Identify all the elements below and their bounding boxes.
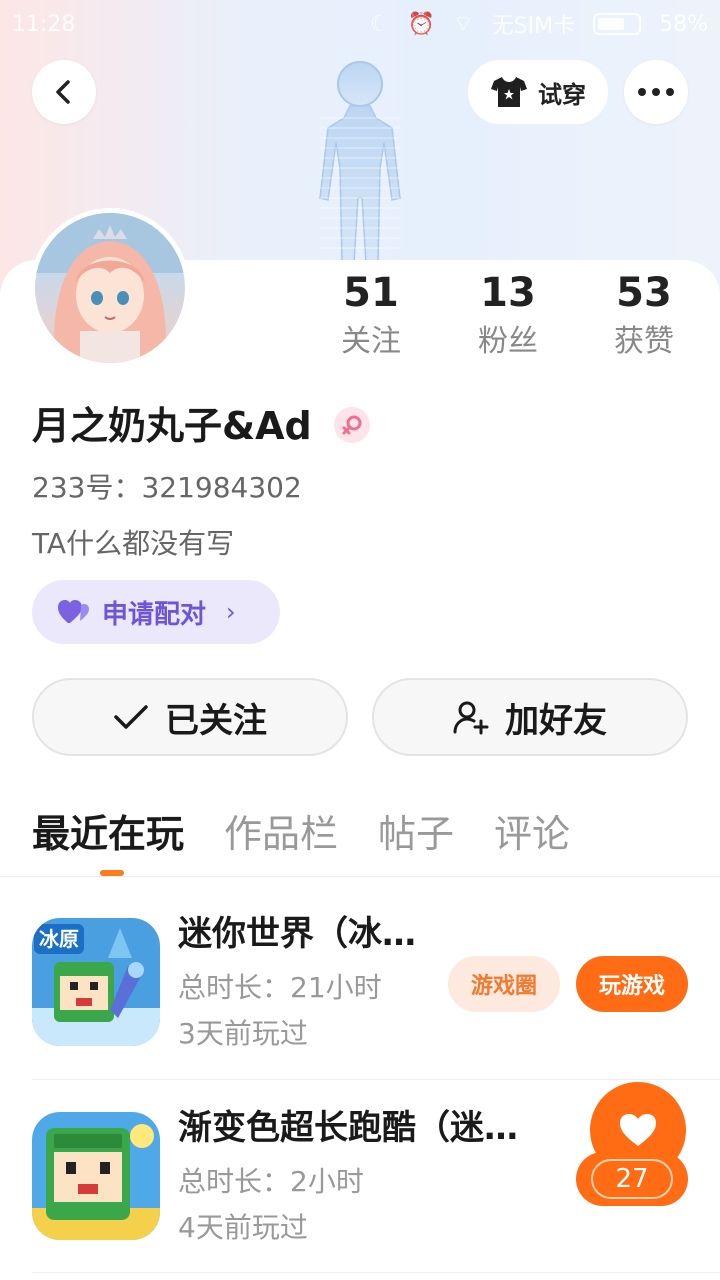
game-icon-mini-world-ice: 冰原 [32, 918, 160, 1046]
back-button[interactable] [32, 60, 96, 124]
checkmark-icon [114, 705, 148, 729]
account-id: 233号：321984302 [32, 471, 302, 504]
stat-following-label: 关注 [341, 324, 401, 359]
status-bar: 11:28 ☾ ⏰ ⌔ 无SIM卡 58% [0, 0, 720, 48]
anime-avatar-image [35, 213, 185, 363]
stat-followers[interactable]: 13 粉丝 [440, 270, 576, 362]
add-friend-button[interactable]: 加好友 [372, 678, 688, 756]
stat-followers-value: 13 [480, 270, 536, 316]
avatar[interactable] [30, 208, 190, 368]
heart-icon [620, 1114, 656, 1146]
stat-likes-label: 获赞 [614, 324, 674, 359]
like-floating-button[interactable]: 27 [576, 1082, 688, 1206]
stats-row: 51 关注 13 粉丝 53 获赞 [300, 270, 720, 370]
followed-label: 已关注 [165, 700, 267, 741]
tab-posts[interactable]: 帖子 [378, 806, 454, 866]
like-count: 27 [591, 1159, 673, 1199]
stat-likes-value: 53 [616, 270, 672, 316]
game-name: 渐变色超长跑酷（迷… [178, 1108, 518, 1148]
list-divider [32, 1272, 720, 1273]
like-count-pill: 27 [576, 1152, 688, 1206]
hearts-icon [58, 600, 89, 623]
battery-icon [593, 13, 642, 35]
wifi-icon: ⌔ [452, 12, 474, 37]
try-on-button[interactable]: 试穿 [468, 60, 608, 124]
game-name: 迷你世界（冰… [178, 914, 416, 954]
username: 月之奶丸子&Ad [32, 404, 312, 448]
game-circle-button[interactable]: 游戏圈 [448, 956, 560, 1012]
avatar-hologram-figure[interactable] [300, 48, 420, 263]
apply-pairing-label: 申请配对 [102, 599, 207, 630]
alarm-icon: ⏰ [407, 11, 435, 37]
stat-followers-label: 粉丝 [478, 324, 538, 359]
stat-following[interactable]: 51 关注 [303, 270, 439, 362]
tab-recently-played[interactable]: 最近在玩 [32, 806, 184, 866]
svg-text:冰原: 冰原 [39, 927, 79, 951]
status-time: 11:28 [12, 11, 76, 37]
tab-works[interactable]: 作品栏 [224, 806, 338, 866]
game-last-played: 3天前玩过 [178, 1017, 308, 1050]
tab-comments[interactable]: 评论 [494, 806, 570, 866]
game-duration: 总时长：21小时 [178, 971, 382, 1004]
apply-pairing-button[interactable]: 申请配对 › [32, 580, 280, 644]
bio: TA什么都没有写 [32, 527, 235, 560]
chevron-left-icon [56, 80, 70, 104]
female-gender-icon [334, 407, 370, 443]
add-friend-label: 加好友 [505, 700, 607, 741]
more-dots-icon [638, 88, 674, 96]
game-last-played: 4天前玩过 [178, 1211, 308, 1244]
profile-tabs: 最近在玩 作品栏 帖子 评论 [32, 806, 570, 866]
game-icon-gradient-parkour [32, 1112, 160, 1240]
stat-likes[interactable]: 53 获赞 [576, 270, 712, 362]
status-carrier: 无SIM卡 [491, 14, 576, 39]
stat-following-value: 51 [343, 270, 399, 316]
moon-icon: ☾ [369, 11, 390, 37]
tabs-divider [0, 876, 720, 877]
game-duration: 总时长：2小时 [178, 1165, 364, 1198]
try-on-label: 试穿 [538, 80, 586, 109]
add-user-icon [453, 701, 489, 735]
status-battery: 58% [659, 11, 708, 37]
more-options-button[interactable] [624, 60, 688, 124]
chevron-right-icon: › [226, 598, 236, 626]
followed-button[interactable]: 已关注 [32, 678, 348, 756]
play-game-button[interactable]: 玩游戏 [576, 956, 688, 1012]
shirt-icon [491, 77, 527, 107]
